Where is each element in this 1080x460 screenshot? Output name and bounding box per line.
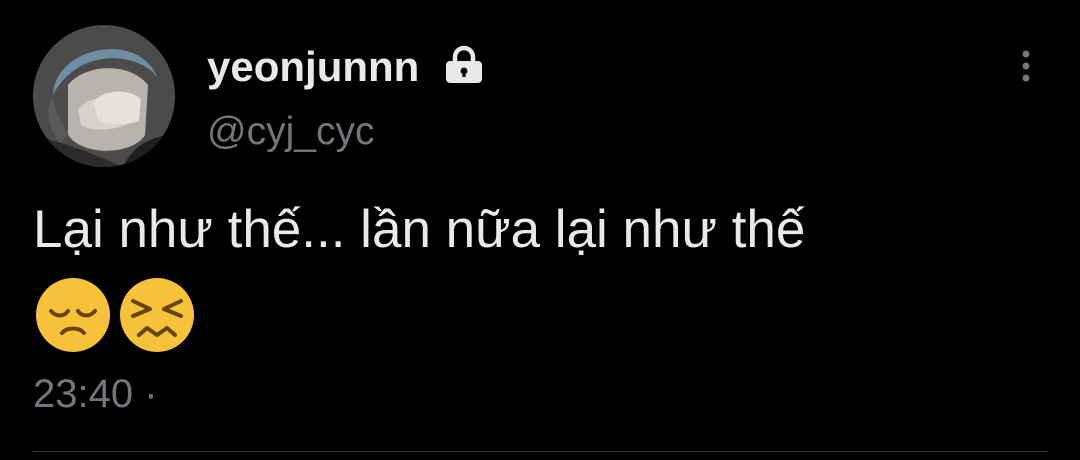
lock-icon	[442, 45, 486, 85]
avatar[interactable]	[33, 25, 175, 167]
display-name[interactable]: yeonjunnn	[207, 42, 419, 92]
more-vertical-icon[interactable]	[1008, 44, 1044, 88]
tweet-text: Lại như thế... lần nữa lại như thế	[33, 200, 806, 259]
meta-separator: ·	[144, 372, 158, 416]
disappointed-face-emoji	[33, 275, 113, 355]
author-handle[interactable]: @cyj_cyc	[207, 108, 374, 156]
tweet-meta: 23:40 ·	[33, 370, 158, 418]
divider	[33, 451, 1047, 452]
tweet-time[interactable]: 23:40	[33, 372, 133, 416]
emoji-row	[33, 275, 197, 355]
persevering-face-emoji	[117, 275, 197, 355]
